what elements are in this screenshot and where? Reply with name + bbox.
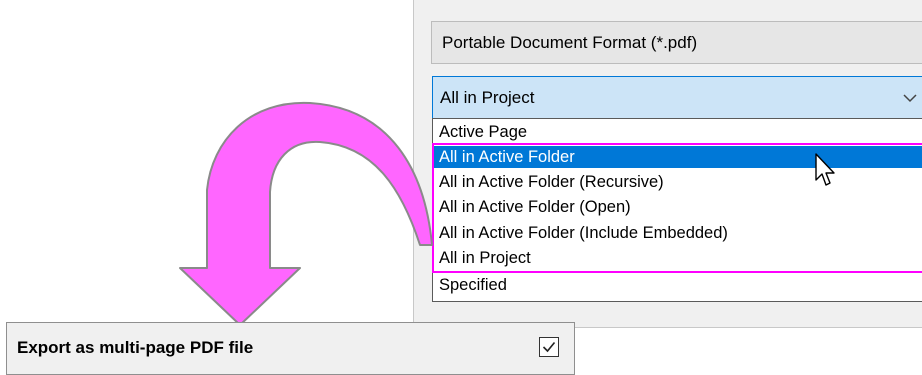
multi-page-pdf-option-row: Export as multi-page PDF file bbox=[6, 322, 575, 375]
mouse-pointer-icon bbox=[815, 153, 835, 186]
option-all-in-project[interactable]: All in Project bbox=[439, 247, 531, 269]
file-format-field[interactable]: Portable Document Format (*.pdf) bbox=[431, 21, 922, 64]
export-scope-dropdown[interactable]: All in Project bbox=[432, 76, 922, 119]
option-specified[interactable]: Specified bbox=[439, 274, 507, 296]
checkmark-icon bbox=[542, 341, 556, 353]
file-format-value: Portable Document Format (*.pdf) bbox=[442, 33, 698, 52]
export-scope-selected: All in Project bbox=[440, 88, 535, 107]
option-all-in-active-folder-include-embedded[interactable]: All in Active Folder (Include Embedded) bbox=[439, 222, 728, 244]
export-scope-options-list: Active Page All in Active Folder All in … bbox=[432, 118, 922, 302]
option-all-in-active-folder[interactable]: All in Active Folder bbox=[433, 146, 922, 168]
multi-page-pdf-checkbox[interactable] bbox=[539, 337, 559, 357]
option-all-in-active-folder-open[interactable]: All in Active Folder (Open) bbox=[439, 196, 631, 218]
option-all-in-active-folder-recursive[interactable]: All in Active Folder (Recursive) bbox=[439, 171, 664, 193]
chevron-down-icon bbox=[903, 94, 917, 103]
option-active-page[interactable]: Active Page bbox=[439, 121, 527, 143]
multi-page-pdf-label: Export as multi-page PDF file bbox=[17, 338, 254, 357]
